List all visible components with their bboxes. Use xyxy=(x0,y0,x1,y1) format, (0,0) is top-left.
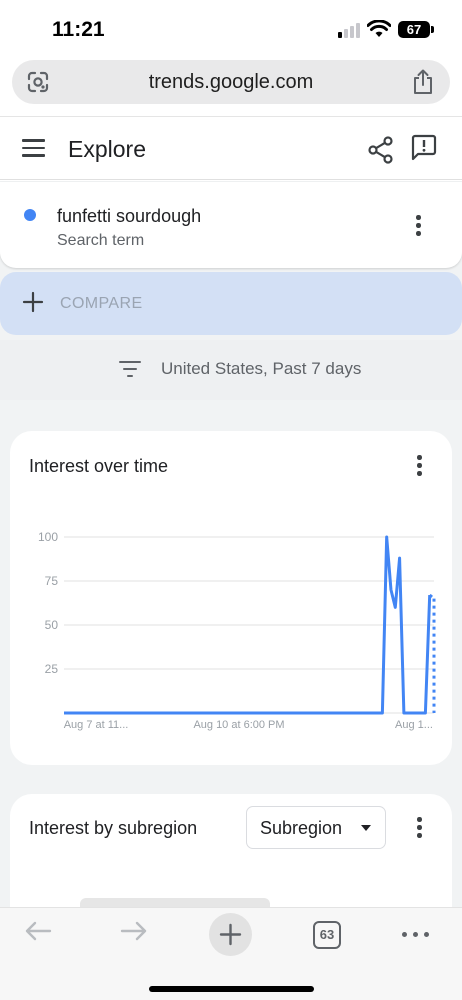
x-tick-label: Aug 7 at 11... xyxy=(64,719,129,731)
x-tick-label: Aug 10 at 6:00 PM xyxy=(193,719,284,731)
search-term-card[interactable]: funfetti sourdough Search term xyxy=(0,182,462,268)
new-tab-button[interactable] xyxy=(209,913,252,956)
y-tick-label: 75 xyxy=(45,574,59,588)
browser-toolbar: 63 xyxy=(0,907,462,1000)
forward-arrow-icon[interactable] xyxy=(120,920,148,942)
status-time: 11:21 xyxy=(52,18,105,41)
battery-level: 67 xyxy=(406,22,422,37)
filter-summary: United States, Past 7 days xyxy=(161,359,362,378)
search-term-name: funfetti sourdough xyxy=(57,206,202,226)
url-text: trends.google.com xyxy=(148,71,314,93)
filter-icon xyxy=(119,361,141,379)
y-tick-label: 25 xyxy=(45,662,59,676)
more-vert-icon[interactable] xyxy=(416,817,422,839)
interest-over-time-card: Interest over time 25 50 75 100 Aug 7 at 11.… xyxy=(10,431,452,765)
share-network-icon[interactable] xyxy=(368,136,394,164)
status-bar: 11:21 67 xyxy=(0,0,462,58)
cellular-signal-icon xyxy=(338,22,362,38)
y-tick-label: 100 xyxy=(38,530,58,544)
x-tick-label: Aug 1... xyxy=(395,719,433,731)
back-arrow-icon[interactable] xyxy=(24,920,52,942)
more-horiz-icon[interactable] xyxy=(402,932,430,938)
home-indicator xyxy=(149,986,314,992)
interest-by-subregion-title: Interest by subregion xyxy=(29,818,198,838)
battery-icon: 67 xyxy=(398,21,434,38)
plus-icon xyxy=(219,923,242,946)
address-bar[interactable]: trends.google.com xyxy=(12,60,450,104)
subregion-select-value: Subregion xyxy=(260,818,343,838)
compare-button[interactable]: COMPARE xyxy=(0,272,462,335)
interest-over-time-chart[interactable]: 25 50 75 100 Aug 7 at 11... Aug 10 at 6:00 PM… xyxy=(10,431,452,765)
page-title: Explore xyxy=(68,136,146,162)
wifi-icon xyxy=(367,20,391,37)
menu-icon[interactable] xyxy=(22,139,45,157)
series-color-dot xyxy=(24,209,36,221)
dropdown-caret-icon xyxy=(361,825,371,831)
share-icon[interactable] xyxy=(412,69,434,95)
filter-bar[interactable]: United States, Past 7 days xyxy=(0,340,462,400)
search-term-label: Search term xyxy=(57,232,145,249)
y-tick-label: 50 xyxy=(45,618,59,632)
tab-switcher-button[interactable]: 63 xyxy=(313,921,341,949)
plus-icon xyxy=(22,291,44,313)
subregion-select[interactable]: Subregion xyxy=(246,806,386,849)
feedback-icon[interactable] xyxy=(410,134,438,162)
more-vert-icon[interactable] xyxy=(415,215,421,237)
compare-label: COMPARE xyxy=(60,295,143,312)
